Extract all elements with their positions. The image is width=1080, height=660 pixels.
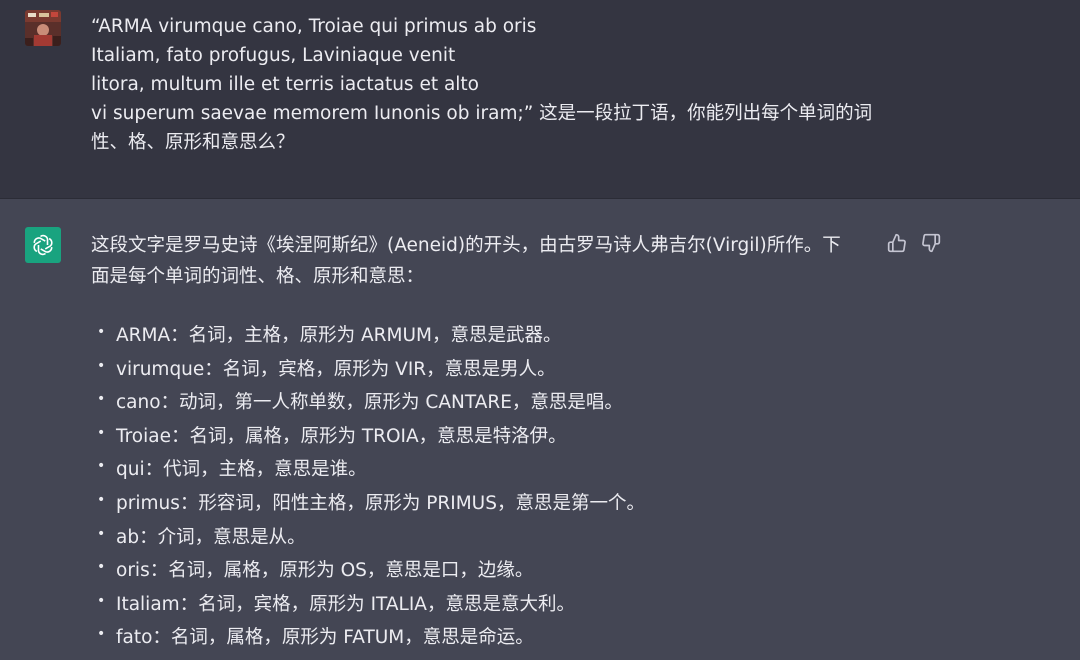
list-item-text: virumque：名词，宾格，原形为 VIR，意思是男人。 <box>116 358 556 380</box>
bullet-marker: • <box>97 626 106 643</box>
list-item-text: Italiam：名词，宾格，原形为 ITALIA，意思是意大利。 <box>116 593 575 615</box>
assistant-intro-text: 这段文字是罗马史诗《埃涅阿斯纪》(Aeneid)的开头，由古罗马诗人弗吉尔(Vi… <box>91 230 871 292</box>
bullet-marker: • <box>97 357 106 374</box>
list-item: • cano：动词，第一人称单数，原形为 CANTARE，意思是唱。 <box>91 386 645 420</box>
list-item-text: cano：动词，第一人称单数，原形为 CANTARE，意思是唱。 <box>116 392 623 414</box>
list-item-text: qui：代词，主格，意思是谁。 <box>116 459 367 481</box>
user-message-text: “ARMA virumque cano, Troiae qui primus a… <box>91 12 873 157</box>
list-item-text: ARMA：名词，主格，原形为 ARMUM，意思是武器。 <box>116 325 562 346</box>
word-analysis-list: • ARMA：名词，主格，原形为 ARMUM，意思是武器。 • virumque：名词… <box>91 319 645 655</box>
list-item-text: primus：形容词，阳性主格，原形为 PRIMUS，意思是第一个。 <box>116 492 645 514</box>
bullet-marker: • <box>97 592 106 609</box>
bullet-marker: • <box>97 559 106 576</box>
user-message-line: litora, multum ille et terris iactatus e… <box>91 74 480 95</box>
thumbs-down-icon <box>922 233 941 253</box>
user-avatar-photo <box>25 10 61 46</box>
list-item-text: fato：名词，属格，原形为 FATUM，意思是命运。 <box>116 627 534 649</box>
thumbs-up-icon <box>887 233 906 253</box>
user-message-line: “ARMA virumque cano, Troiae qui primus a… <box>91 16 537 37</box>
user-message-line: Italiam, fato profugus, Laviniaque venit <box>91 45 456 66</box>
assistant-avatar <box>25 227 61 263</box>
assistant-message: 这段文字是罗马史诗《埃涅阿斯纪》(Aeneid)的开头，由古罗马诗人弗吉尔(Vi… <box>0 199 1080 660</box>
openai-logo-icon <box>33 234 53 256</box>
user-message-line: 性、格、原形和意思么？ <box>91 132 295 153</box>
bullet-marker: • <box>97 424 106 441</box>
assistant-intro-line: 面是每个单词的词性、格、原形和意思： <box>91 266 425 287</box>
list-item-text: Troiae：名词，属格，原形为 TROIA，意思是特洛伊。 <box>116 425 567 447</box>
thumbs-up-button[interactable] <box>886 232 908 254</box>
bullet-marker: • <box>97 324 106 340</box>
assistant-intro-line: 这段文字是罗马史诗《埃涅阿斯纪》(Aeneid)的开头，由古罗马诗人弗吉尔(Vi… <box>91 235 841 256</box>
bullet-marker: • <box>97 525 106 542</box>
list-item: • Troiae：名词，属格，原形为 TROIA，意思是特洛伊。 <box>91 420 645 454</box>
thumbs-down-button[interactable] <box>920 232 942 254</box>
list-item: • qui：代词，主格，意思是谁。 <box>91 453 645 487</box>
list-item: • fato：名词，属格，原形为 FATUM，意思是命运。 <box>91 621 645 655</box>
list-item: • ab：介词，意思是从。 <box>91 521 645 555</box>
list-item: • ARMA：名词，主格，原形为 ARMUM，意思是武器。 <box>91 319 645 353</box>
bullet-marker: • <box>97 458 106 475</box>
user-message-line: vi superum saevae memorem Iunonis ob ira… <box>91 103 873 124</box>
user-message: “ARMA virumque cano, Troiae qui primus a… <box>0 0 1080 199</box>
user-avatar <box>25 10 61 46</box>
list-item: • primus：形容词，阳性主格，原形为 PRIMUS，意思是第一个。 <box>91 487 645 521</box>
list-item-text: ab：介词，意思是从。 <box>116 526 306 548</box>
list-item: • Italiam：名词，宾格，原形为 ITALIA，意思是意大利。 <box>91 588 645 622</box>
list-item: • virumque：名词，宾格，原形为 VIR，意思是男人。 <box>91 353 645 387</box>
bullet-marker: • <box>97 391 106 408</box>
list-item: • oris：名词，属格，原形为 OS，意思是口，边缘。 <box>91 554 645 588</box>
list-item-text: oris：名词，属格，原形为 OS，意思是口，边缘。 <box>116 560 534 582</box>
bullet-marker: • <box>97 491 106 508</box>
